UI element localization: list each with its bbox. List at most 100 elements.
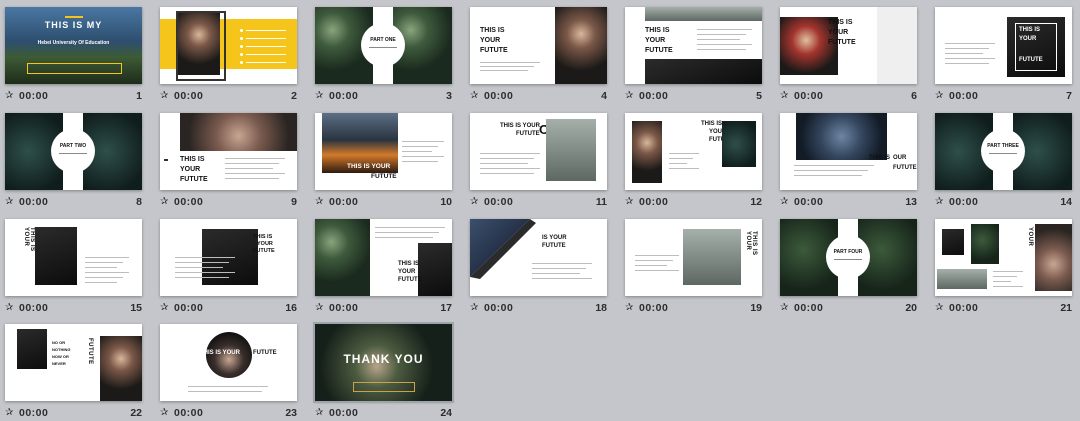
slide-thumbnail[interactable]: PART FOUR <box>780 219 917 296</box>
text-line <box>697 39 740 40</box>
text-line <box>480 168 540 169</box>
slide-thumbnail[interactable]: THIS IS YOUR FUTUTE <box>780 7 917 84</box>
slide-thumbnail[interactable]: PART ONE <box>315 7 452 84</box>
transition-star-icon[interactable]: ✰ <box>5 302 13 313</box>
slide-number: 16 <box>285 302 297 314</box>
text-line <box>794 170 868 171</box>
text-line <box>188 391 262 392</box>
transition-star-icon[interactable]: ✰ <box>315 407 323 418</box>
transition-star-icon[interactable]: ✰ <box>935 90 943 101</box>
portrait-photo <box>1035 224 1072 291</box>
slide-timing: 00:00 <box>639 196 669 208</box>
text-line <box>697 49 746 50</box>
photo-3 <box>937 269 987 289</box>
vertical-title: FUTUTE <box>87 338 93 365</box>
slide-number: 24 <box>440 407 452 419</box>
slide-timing: 00:00 <box>484 90 514 102</box>
slide-number: 17 <box>440 302 452 314</box>
transition-star-icon[interactable]: ✰ <box>935 302 943 313</box>
side-mark <box>164 159 168 161</box>
slide-thumbnail[interactable]: THIS IS YOUR FUTUTE <box>470 7 607 84</box>
slide-thumbnail[interactable]: THANK YOU <box>313 322 454 403</box>
transition-star-icon[interactable]: ✰ <box>470 196 478 207</box>
transition-star-icon[interactable]: ✰ <box>470 90 478 101</box>
slide-thumbnail[interactable]: THIS IS YOUR <box>5 219 142 296</box>
subtitle-line <box>989 153 1017 154</box>
title-line-1: THIS IS <box>828 19 853 26</box>
transition-star-icon[interactable]: ✰ <box>315 302 323 313</box>
transition-star-icon[interactable]: ✰ <box>315 196 323 207</box>
title-line-1: THIS IS YOUR <box>500 123 540 129</box>
slide-thumbnail[interactable]: THIS IS YOUR FUTUTE <box>315 113 452 190</box>
portrait-photo <box>100 336 142 401</box>
text-line <box>85 282 117 283</box>
slide-thumbnail[interactable]: THIS IS YOUR FUTUTE <box>935 7 1072 84</box>
slide-thumbnail[interactable]: THIS IS YOURFUTUTEOR <box>470 113 607 190</box>
transition-star-icon[interactable]: ✰ <box>160 407 168 418</box>
slide-meta: ✰ 00:00 1 <box>5 90 142 104</box>
slide-timing: 00:00 <box>484 302 514 314</box>
text-line <box>480 66 534 67</box>
left-photo <box>315 219 370 296</box>
transition-star-icon[interactable]: ✰ <box>935 196 943 207</box>
slide-thumbnail[interactable]: THIS IS MY Hebei University Of Education <box>5 7 142 84</box>
slide-thumbnail[interactable]: PART TWO <box>5 113 142 190</box>
slide-thumbnail[interactable]: IS YOUR FUTUTE <box>470 219 607 296</box>
slide-thumbnail[interactable] <box>160 7 297 84</box>
transition-star-icon[interactable]: ✰ <box>780 196 788 207</box>
slide-number: 20 <box>905 302 917 314</box>
transition-star-icon[interactable]: ✰ <box>625 196 633 207</box>
slide-number: 11 <box>595 196 607 208</box>
slide-timing: 00:00 <box>794 302 824 314</box>
text-line <box>669 158 693 159</box>
slide-thumbnail[interactable]: THIS IS YOUR <box>625 219 762 296</box>
text-line <box>532 268 586 269</box>
title-line-2: OUR <box>893 155 907 161</box>
transition-star-icon[interactable]: ✰ <box>315 90 323 101</box>
transition-star-icon[interactable]: ✰ <box>780 90 788 101</box>
transition-star-icon[interactable]: ✰ <box>160 90 168 101</box>
transition-star-icon[interactable]: ✰ <box>470 302 478 313</box>
slide-thumbnail[interactable]: THIS IS YOUR FUTUTE <box>315 219 452 296</box>
center-circle <box>981 129 1025 173</box>
transition-star-icon[interactable]: ✰ <box>625 90 633 101</box>
transition-star-icon[interactable]: ✰ <box>160 302 168 313</box>
transition-star-icon[interactable]: ✰ <box>625 302 633 313</box>
side-text-1: NO OR <box>52 340 66 345</box>
text-line <box>85 272 129 273</box>
part-label: PART FOUR <box>833 249 863 255</box>
title-line-2: YOUR <box>257 241 273 247</box>
transition-star-icon[interactable]: ✰ <box>5 407 13 418</box>
title-line-2: FUTUTE <box>542 243 566 249</box>
slide-title: THIS IS MY <box>44 20 103 30</box>
slide-number: 12 <box>750 196 762 208</box>
text-line <box>375 227 445 228</box>
slide-thumbnail[interactable]: THIS IS YOUR FUTUTE <box>625 113 762 190</box>
slide-thumbnail[interactable]: THIS IS YOUR FUTUTE <box>625 7 762 84</box>
title-accent-line <box>65 16 83 18</box>
transition-star-icon[interactable]: ✰ <box>780 302 788 313</box>
bullet-line <box>246 46 286 47</box>
slide-meta: ✰ 00:00 10 <box>315 196 452 210</box>
slide-thumbnail[interactable]: THIS IS YOUR FUTUTE <box>160 219 297 296</box>
transition-star-icon[interactable]: ✰ <box>5 196 13 207</box>
transition-star-icon[interactable]: ✰ <box>5 90 13 101</box>
center-circle <box>361 23 405 67</box>
slide-subtitle: Hebei University Of Education <box>37 40 110 46</box>
slide-thumbnail[interactable]: PART THREE <box>935 113 1072 190</box>
slide-meta: ✰ 00:00 15 <box>5 302 142 316</box>
slide-thumbnail[interactable]: THIS IS OUR FUTUTE <box>780 113 917 190</box>
photo <box>17 329 47 369</box>
slide-thumbnail[interactable]: THIS IS YOUR FUTUTE <box>160 113 297 190</box>
slide-thumbnail[interactable]: THIS IS YOUR FUTUTE <box>160 324 297 401</box>
slide-thumbnail[interactable]: NO OR NOTHING NOW OR NEVER FUTUTE <box>5 324 142 401</box>
slide-thumbnail[interactable]: THIS IS YOUR <box>935 219 1072 296</box>
transition-star-icon[interactable]: ✰ <box>160 196 168 207</box>
title-line-1: THIS IS <box>253 234 273 240</box>
part-label: PART ONE <box>370 37 396 43</box>
slide-timing: 00:00 <box>794 90 824 102</box>
slide-timing: 00:00 <box>484 196 514 208</box>
text-line <box>993 271 1023 272</box>
slide-number: 23 <box>285 407 297 419</box>
slide-timing: 00:00 <box>19 407 49 419</box>
